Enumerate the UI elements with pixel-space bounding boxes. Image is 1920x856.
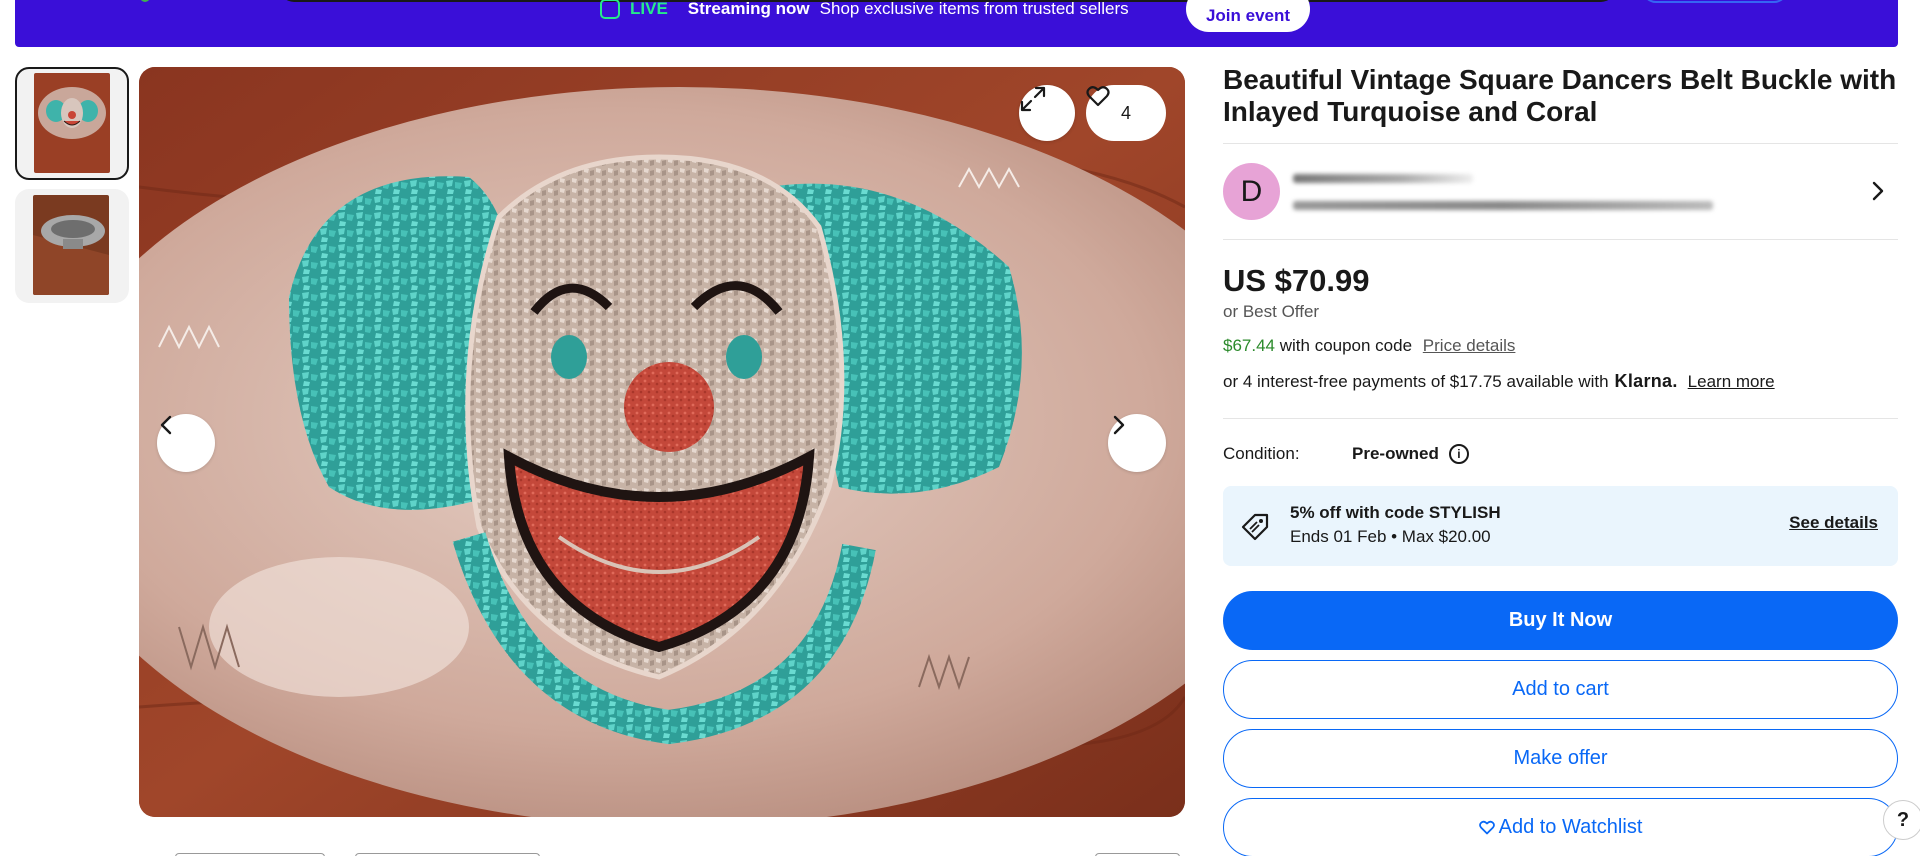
- previous-image-button[interactable]: [157, 414, 215, 472]
- thumbnail-1[interactable]: [15, 67, 129, 180]
- thumbnail-image: [33, 195, 109, 295]
- heart-icon: [1478, 820, 1495, 835]
- header-button-edge[interactable]: [1642, 0, 1788, 3]
- buy-it-now-button[interactable]: Buy It Now: [1223, 591, 1898, 650]
- condition-row: Condition: Pre-owned i: [1223, 444, 1469, 464]
- logo-fragment: [140, 0, 150, 2]
- chevron-right-icon: [1113, 415, 1125, 435]
- best-offer-label: or Best Offer: [1223, 302, 1320, 321]
- join-event-button[interactable]: Join event: [1186, 0, 1310, 32]
- coupon-promo-box: 5% off with code STYLISH Ends 01 Feb • M…: [1223, 486, 1898, 566]
- chevron-right-icon: [1872, 181, 1884, 201]
- add-to-watchlist-button[interactable]: Add to Watchlist: [1223, 798, 1898, 856]
- see-details-link[interactable]: See details: [1789, 513, 1878, 533]
- price: US $70.99: [1223, 263, 1370, 298]
- promo-subtitle: Ends 01 Feb • Max $20.00: [1290, 527, 1491, 546]
- klarna-logo: Klarna.: [1614, 371, 1678, 391]
- watch-count-button[interactable]: 4: [1086, 85, 1166, 141]
- expand-icon: [1020, 86, 1046, 112]
- chevron-left-icon: [160, 415, 172, 435]
- main-product-image[interactable]: 4: [139, 67, 1185, 817]
- price-details-link[interactable]: Price details: [1423, 336, 1516, 355]
- live-icon: [600, 0, 620, 19]
- banner-text: Shop exclusive items from trusted seller…: [819, 0, 1129, 18]
- heart-icon: [1086, 86, 1110, 107]
- klarna-line: or 4 interest-free payments of $17.75 av…: [1223, 371, 1775, 392]
- expand-image-button[interactable]: [1019, 85, 1075, 141]
- tag-icon: [1241, 513, 1269, 541]
- coupon-text: with coupon code: [1279, 336, 1413, 355]
- seller-name-redacted: [1293, 174, 1473, 183]
- divider: [1223, 418, 1898, 419]
- make-offer-button[interactable]: Make offer: [1223, 729, 1898, 788]
- banner-content: LIVE Streaming now Shop exclusive items …: [600, 0, 1129, 24]
- klarna-text: or 4 interest-free payments of $17.75 av…: [1223, 371, 1609, 391]
- listing-title: Beautiful Vintage Square Dancers Belt Bu…: [1223, 64, 1897, 127]
- watch-count: 4: [1120, 102, 1131, 123]
- seller-info-row[interactable]: D: [1223, 163, 1898, 221]
- streaming-label: Streaming now: [687, 0, 810, 18]
- seller-stats-redacted: [1293, 201, 1713, 210]
- add-to-cart-button[interactable]: Add to cart: [1223, 660, 1898, 719]
- next-image-button[interactable]: [1108, 414, 1166, 472]
- coupon-line: $67.44 with coupon code Price details: [1223, 336, 1515, 356]
- coupon-price: $67.44: [1223, 336, 1275, 355]
- info-icon[interactable]: i: [1448, 444, 1469, 464]
- watchlist-label: Add to Watchlist: [1498, 816, 1643, 838]
- seller-avatar: D: [1223, 163, 1280, 220]
- promo-title: 5% off with code STYLISH: [1290, 503, 1501, 522]
- divider: [1223, 239, 1898, 240]
- condition-label: Condition:: [1223, 444, 1300, 463]
- live-label: LIVE: [630, 0, 668, 18]
- learn-more-link[interactable]: Learn more: [1688, 372, 1775, 392]
- condition-value: Pre-owned: [1352, 444, 1439, 463]
- live-event-banner: LIVE Streaming now Shop exclusive items …: [15, 0, 1898, 47]
- product-photo: [139, 67, 1185, 817]
- help-button[interactable]: ?: [1883, 800, 1920, 840]
- thumbnail-2[interactable]: [15, 189, 129, 303]
- thumbnail-image: [34, 73, 110, 173]
- divider: [1223, 143, 1898, 144]
